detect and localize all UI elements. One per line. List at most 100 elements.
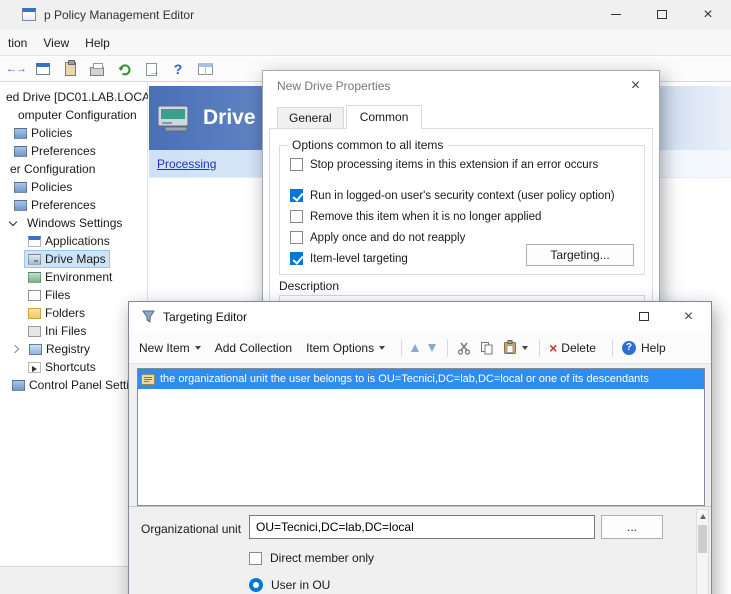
tree-item-policies-user[interactable]: Policies xyxy=(0,178,147,196)
groupbox-label: Options common to all items xyxy=(288,138,447,152)
maximize-button[interactable] xyxy=(621,302,666,331)
checkbox[interactable] xyxy=(290,252,303,265)
console-window-icon xyxy=(22,8,36,21)
browse-button[interactable]: ... xyxy=(601,515,663,539)
checkbox[interactable] xyxy=(290,158,303,171)
help-button[interactable]: ? Help xyxy=(622,341,666,355)
tree-item-label: Ini Files xyxy=(45,324,86,338)
delete-button[interactable]: × Delete xyxy=(549,341,596,355)
option-apply-once[interactable]: Apply once and do not reapply xyxy=(290,231,636,244)
option-label: User in OU xyxy=(271,578,330,592)
tree-item-root[interactable]: ed Drive [DC01.LAB.LOCA xyxy=(0,88,147,106)
checkbox[interactable] xyxy=(249,552,262,565)
paste-icon xyxy=(503,340,517,355)
tree-item-user-configuration[interactable]: er Configuration xyxy=(0,160,147,178)
toolbar-separator xyxy=(612,339,613,357)
refresh-icon[interactable] xyxy=(112,59,136,79)
window-bottom-strip xyxy=(0,566,128,594)
maximize-icon xyxy=(639,312,649,321)
folder-icon xyxy=(14,182,27,193)
tree-item-label: Applications xyxy=(45,234,110,248)
menu-action[interactable]: tion xyxy=(0,32,35,54)
tree-item-computer-configuration[interactable]: omputer Configuration xyxy=(0,106,147,124)
tree-item-environment[interactable]: Environment xyxy=(0,268,147,286)
checkbox[interactable] xyxy=(290,210,303,223)
folder-icon xyxy=(14,128,27,139)
targeting-button[interactable]: Targeting... xyxy=(526,244,634,266)
button-label: New Item xyxy=(139,341,190,355)
targeting-items-list[interactable]: the organizational unit the user belongs… xyxy=(137,368,705,506)
console-window-icon[interactable] xyxy=(31,59,55,79)
printer-glyph xyxy=(90,67,104,76)
new-item-button[interactable]: New Item xyxy=(139,341,201,355)
targeting-item-form: Organizational unit ... Direct member on… xyxy=(129,507,711,594)
targeting-funnel-icon xyxy=(141,309,156,324)
option-stop-processing[interactable]: Stop processing items in this extension … xyxy=(290,158,636,171)
tree-item-control-panel-settings[interactable]: Control Panel Settings xyxy=(0,376,147,394)
tree-item-files[interactable]: Files xyxy=(0,286,147,304)
shortcuts-icon xyxy=(28,362,41,373)
minimize-button[interactable] xyxy=(593,0,639,29)
chevron-expanded-icon[interactable] xyxy=(9,218,17,226)
menu-help[interactable]: Help xyxy=(77,32,118,54)
tree-item-label: Preferences xyxy=(31,198,96,212)
move-up-button[interactable] xyxy=(411,344,419,352)
tree-item-label: Preferences xyxy=(31,144,96,158)
option-remove-when-not-applied[interactable]: Remove this item when it is no longer ap… xyxy=(290,210,636,223)
move-down-button[interactable] xyxy=(428,344,436,352)
tab-general[interactable]: General xyxy=(277,107,344,129)
chevron-down-icon xyxy=(522,346,528,350)
tree-item-applications[interactable]: Applications xyxy=(0,232,147,250)
menu-view[interactable]: View xyxy=(35,32,77,54)
back-forward-arrows-icon[interactable]: ←→ xyxy=(4,59,28,79)
option-run-user-context[interactable]: Run in logged-on user's security context… xyxy=(290,189,636,202)
tab-common[interactable]: Common xyxy=(346,105,423,129)
copy-button[interactable] xyxy=(480,341,494,355)
checkbox[interactable] xyxy=(290,189,303,202)
clipboard-icon[interactable] xyxy=(58,59,82,79)
tree-item-ini-files[interactable]: Ini Files xyxy=(0,322,147,340)
tree-item-label: Shortcuts xyxy=(45,360,96,374)
scroll-up-icon[interactable] xyxy=(700,514,706,519)
tree-item-policies-computer[interactable]: Policies xyxy=(0,124,147,142)
description-label: Description xyxy=(279,279,339,293)
tree-item-windows-settings[interactable]: Windows Settings xyxy=(0,214,147,232)
minimize-icon xyxy=(611,14,621,15)
scroll-thumb[interactable] xyxy=(698,525,707,553)
printer-icon[interactable] xyxy=(85,59,109,79)
tree-item-preferences-user[interactable]: Preferences xyxy=(0,196,147,214)
export-list-icon[interactable] xyxy=(139,59,163,79)
item-options-button[interactable]: Item Options xyxy=(306,341,385,355)
close-button[interactable]: × xyxy=(613,71,658,100)
close-button[interactable]: × xyxy=(666,302,711,331)
user-in-ou-option[interactable]: User in OU xyxy=(249,578,330,592)
tree-item-drive-maps[interactable]: Drive Maps xyxy=(0,250,147,268)
processing-link[interactable]: Processing xyxy=(157,157,216,171)
help-icon[interactable]: ? xyxy=(166,59,190,79)
chevron-collapsed-icon[interactable] xyxy=(11,345,19,353)
organizational-unit-input[interactable] xyxy=(249,515,595,539)
direct-member-only-option[interactable]: Direct member only xyxy=(249,551,374,565)
radio-button[interactable] xyxy=(249,578,263,592)
button-label: Item Options xyxy=(306,341,374,355)
option-label: Item-level targeting xyxy=(310,253,408,265)
toolbar-separator xyxy=(401,339,402,357)
add-collection-button[interactable]: Add Collection xyxy=(215,341,292,355)
close-button[interactable]: × xyxy=(685,0,731,29)
table-view-icon[interactable] xyxy=(193,59,217,79)
tree-item-shortcuts[interactable]: Shortcuts xyxy=(0,358,147,376)
dialog-title: Targeting Editor xyxy=(163,310,247,324)
option-label: Run in logged-on user's security context… xyxy=(310,190,615,202)
delete-x-icon: × xyxy=(549,341,557,355)
tree-item-preferences-computer[interactable]: Preferences xyxy=(0,142,147,160)
form-scrollbar[interactable] xyxy=(696,509,709,594)
cut-button[interactable] xyxy=(457,341,471,355)
maximize-button[interactable] xyxy=(639,0,685,29)
targeting-item-row[interactable]: the organizational unit the user belongs… xyxy=(138,369,704,389)
checkbox[interactable] xyxy=(290,231,303,244)
drive-maps-icon xyxy=(28,254,41,265)
tree-item-registry[interactable]: Registry xyxy=(0,340,147,358)
paste-button[interactable] xyxy=(503,340,528,355)
targeting-item-text: the organizational unit the user belongs… xyxy=(160,373,649,385)
tree-item-folders[interactable]: Folders xyxy=(0,304,147,322)
